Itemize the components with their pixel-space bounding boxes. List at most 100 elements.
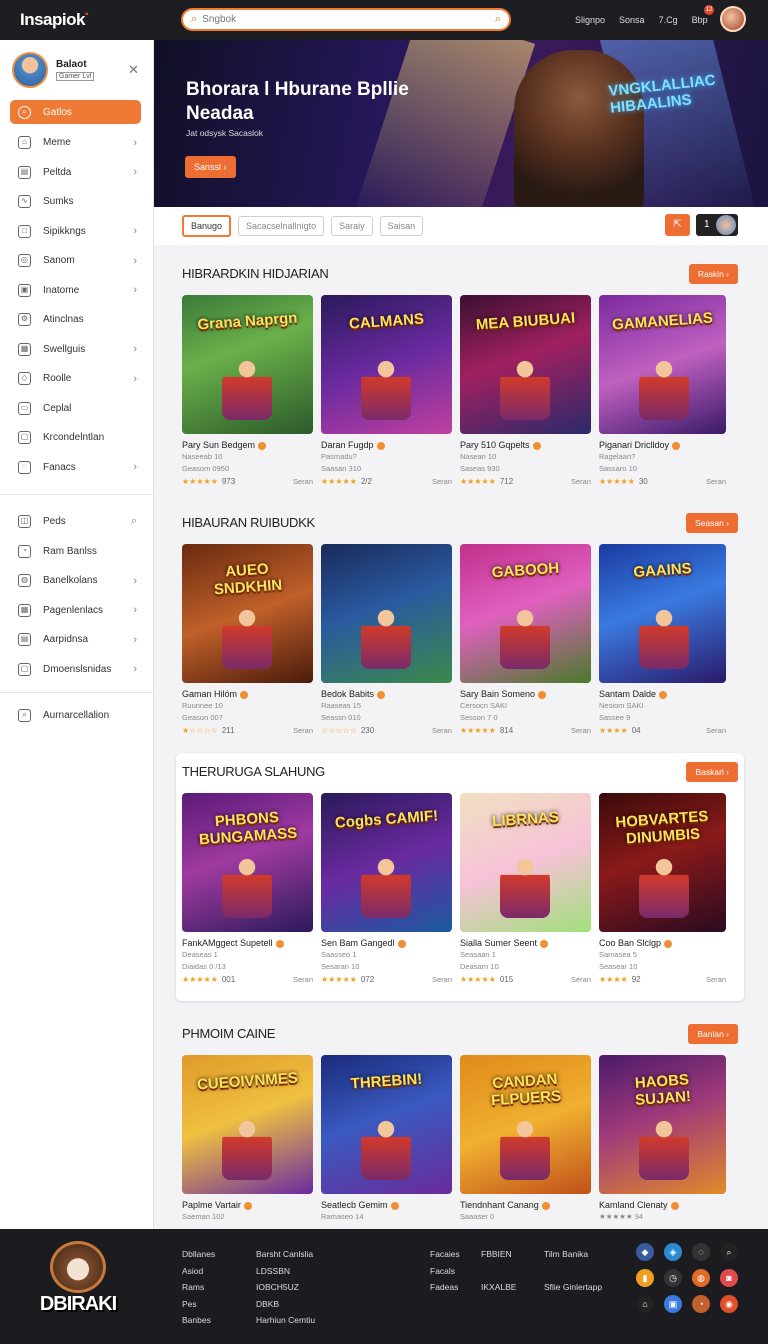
game-thumbnail[interactable] xyxy=(321,544,452,683)
game-card[interactable]: HOBVARTES DINUMBIS Coo Ban Slclgp Samasea … xyxy=(599,793,726,984)
game-card[interactable]: CANDAN FLPUERS Tiendnhant Canang Saaaser 0 xyxy=(460,1055,591,1221)
search-submit-icon[interactable]: ⌕ xyxy=(495,13,501,26)
footer-link[interactable]: Banbes xyxy=(182,1312,215,1329)
footer-link[interactable]: Dbllanes xyxy=(182,1246,215,1263)
sidebar-item[interactable]: □ Sipikkngs › xyxy=(0,217,153,247)
chevron-right-icon[interactable]: › xyxy=(133,343,137,355)
search-icon[interactable]: ⌕ xyxy=(720,1243,738,1261)
clock-icon[interactable]: ◷ xyxy=(664,1269,682,1287)
game-card[interactable]: Bedok Babits Raaseas 15 Seassn 010 ☆☆☆☆☆ 230… xyxy=(321,544,452,735)
game-thumbnail[interactable]: AUEO SNDKHIN xyxy=(182,544,313,683)
game-link[interactable]: Seran xyxy=(706,726,726,735)
game-card[interactable]: GABOOH Sary Bain Someno Cersocn SAKI Sesson… xyxy=(460,544,591,735)
game-title[interactable]: Sen Bam Gangedl xyxy=(321,938,452,948)
game-thumbnail[interactable]: LIBRNAS xyxy=(460,793,591,932)
game-title[interactable]: Tiendnhant Canang xyxy=(460,1200,591,1210)
search-input[interactable] xyxy=(202,14,495,25)
game-title[interactable]: Sary Bain Someno xyxy=(460,689,591,699)
game-thumbnail[interactable]: HAOBS SUJAN! xyxy=(599,1055,726,1194)
game-title[interactable]: Piganari Driclldoy xyxy=(599,440,726,450)
game-card[interactable]: LIBRNAS Sialla Sumer Seent Seasaan 1 Deasar… xyxy=(460,793,591,984)
footer-link[interactable]: Facals xyxy=(430,1263,460,1280)
game-link[interactable]: Seran xyxy=(293,477,313,486)
game-title[interactable]: FankAMggect Supetell xyxy=(182,938,313,948)
section-more-button[interactable]: Baskarl › xyxy=(686,762,738,782)
footer-link[interactable]: Sflie Ginlertapp xyxy=(544,1279,602,1296)
sidebar-item[interactable]: ∿ Sumks xyxy=(0,187,153,217)
footer-link[interactable]: LDSSBN xyxy=(256,1263,315,1280)
footer-link[interactable]: Tilm Banika xyxy=(544,1246,602,1263)
sidebar-item[interactable]: ▣ Inatome › xyxy=(0,276,153,306)
footer-link[interactable]: FBBIEN xyxy=(481,1246,516,1263)
footer-link[interactable]: Pes xyxy=(182,1296,215,1313)
game-card[interactable]: Grana Naprgn Pary Sun Bedgem Naseeab 10 Gea… xyxy=(182,295,313,486)
game-title[interactable]: Santam Dalde xyxy=(599,689,726,699)
topnav-link-2[interactable]: 7.Cg xyxy=(659,15,678,25)
game-card[interactable]: MEA BIUBUAI Pary 510 Gqpelts Nasean 10 Sase… xyxy=(460,295,591,486)
home-icon[interactable]: ⌂ xyxy=(636,1295,654,1313)
chevron-right-icon[interactable]: › xyxy=(133,137,137,149)
game-card[interactable]: AUEO SNDKHIN Gaman Hilóm Ruunnee 10 Geason … xyxy=(182,544,313,735)
hero-banner[interactable]: VNGKLALLIAC HIBAALINS Bhorara l Hburane … xyxy=(154,40,768,207)
footer-link[interactable]: Facaies xyxy=(430,1246,460,1263)
share-icon[interactable]: ⇱ xyxy=(665,214,690,236)
game-title[interactable]: Bedok Babits xyxy=(321,689,452,699)
sidebar-item[interactable]: ⌕ Gatlos xyxy=(10,100,141,124)
game-title[interactable]: Pary 510 Gqpelts xyxy=(460,440,591,450)
chevron-right-icon[interactable]: › xyxy=(133,634,137,646)
filter-chip[interactable]: Saisan xyxy=(379,216,424,236)
game-thumbnail[interactable]: Grana Naprgn xyxy=(182,295,313,434)
user-icon[interactable]: ◔ xyxy=(692,1295,710,1313)
game-card[interactable]: Cogbs CAMIF! Sen Bam Gangedl Saasseo 1 Sesa… xyxy=(321,793,452,984)
game-card[interactable]: PHBONS BUNGAMASS FankAMggect Supetell Deas… xyxy=(182,793,313,984)
close-icon[interactable]: ✕ xyxy=(128,62,139,78)
sidebar-item[interactable]: ◔ Ram Banlss xyxy=(0,537,153,567)
chevron-right-icon[interactable]: › xyxy=(133,663,137,675)
game-card[interactable]: HAOBS SUJAN! Kamland Clenaty ★★★★★ 94 xyxy=(599,1055,726,1221)
game-link[interactable]: Seran xyxy=(706,477,726,486)
game-link[interactable]: Seran xyxy=(571,726,591,735)
image-icon[interactable]: ▣ xyxy=(664,1295,682,1313)
sidebar-item[interactable]: ▦ Pagenlenlacs › xyxy=(0,596,153,626)
sidebar-item[interactable]: ▤ Aarpidnsa › xyxy=(0,625,153,655)
game-card[interactable]: GAAINS Santam Dalde Nesiom SAKI Sassee 9 ★★★… xyxy=(599,544,726,735)
game-link[interactable]: Seran xyxy=(293,726,313,735)
game-thumbnail[interactable]: CUEOIVNMES xyxy=(182,1055,313,1194)
game-link[interactable]: Seran xyxy=(293,975,313,984)
topnav-link-1[interactable]: Sonsa xyxy=(619,15,645,25)
game-thumbnail[interactable]: PHBONS BUNGAMASS xyxy=(182,793,313,932)
sidebar-item[interactable]: ◇ Roolle › xyxy=(0,364,153,394)
chevron-right-icon[interactable]: › xyxy=(133,225,137,237)
sidebar-item[interactable]: ▢ Dmoenslsnidas › xyxy=(0,655,153,685)
chevron-right-icon[interactable]: › xyxy=(133,461,137,473)
footer-link[interactable] xyxy=(481,1263,516,1280)
game-thumbnail[interactable]: THREBIN! xyxy=(321,1055,452,1194)
profile-card[interactable]: Balaot Gamer Lvl ✕ xyxy=(0,40,153,100)
sidebar-item[interactable]: ⌂ Meme › xyxy=(0,128,153,158)
game-title[interactable]: Pary Sun Bedgem xyxy=(182,440,313,450)
game-card[interactable]: CALMANS Daran Fugdp Pasmadu? Saasan 310 ★★★★… xyxy=(321,295,452,486)
sidebar-item[interactable]: ▦ Swellguis › xyxy=(0,335,153,365)
game-title[interactable]: Coo Ban Slclgp xyxy=(599,938,726,948)
bag-icon[interactable]: ▮ xyxy=(636,1269,654,1287)
game-card[interactable]: GAMANELIAS Piganari Driclldoy Ragelaan? Sas… xyxy=(599,295,726,486)
sidebar-item[interactable]: ◍ Banelkolans › xyxy=(0,566,153,596)
sidebar-item[interactable]: ▭ Ceplal xyxy=(0,394,153,424)
globe-icon[interactable]: ◍ xyxy=(692,1269,710,1287)
footer-link[interactable]: Rams xyxy=(182,1279,215,1296)
footer-link[interactable]: Harhiun Cemtiu xyxy=(256,1312,315,1329)
game-link[interactable]: Seran xyxy=(432,975,452,984)
sidebar-item[interactable]: ◌ Fanacs › xyxy=(0,453,153,483)
footer-link[interactable]: DBKB xyxy=(256,1296,315,1313)
search-box[interactable]: ⌕ ⌕ xyxy=(181,8,511,31)
topnav-link-0[interactable]: Slignpo xyxy=(575,15,605,25)
user-avatar[interactable] xyxy=(720,6,746,32)
game-title[interactable]: Kamland Clenaty xyxy=(599,1200,726,1210)
section-more-button[interactable]: Seasan › xyxy=(685,513,738,533)
game-thumbnail[interactable]: CANDAN FLPUERS xyxy=(460,1055,591,1194)
footer-link[interactable]: Fadeas xyxy=(430,1279,460,1296)
footer-link[interactable]: Asiod xyxy=(182,1263,215,1280)
shield-icon[interactable]: ◆ xyxy=(636,1243,654,1261)
search-icon[interactable]: ⌕ xyxy=(131,515,137,528)
game-link[interactable]: Seran xyxy=(432,726,452,735)
